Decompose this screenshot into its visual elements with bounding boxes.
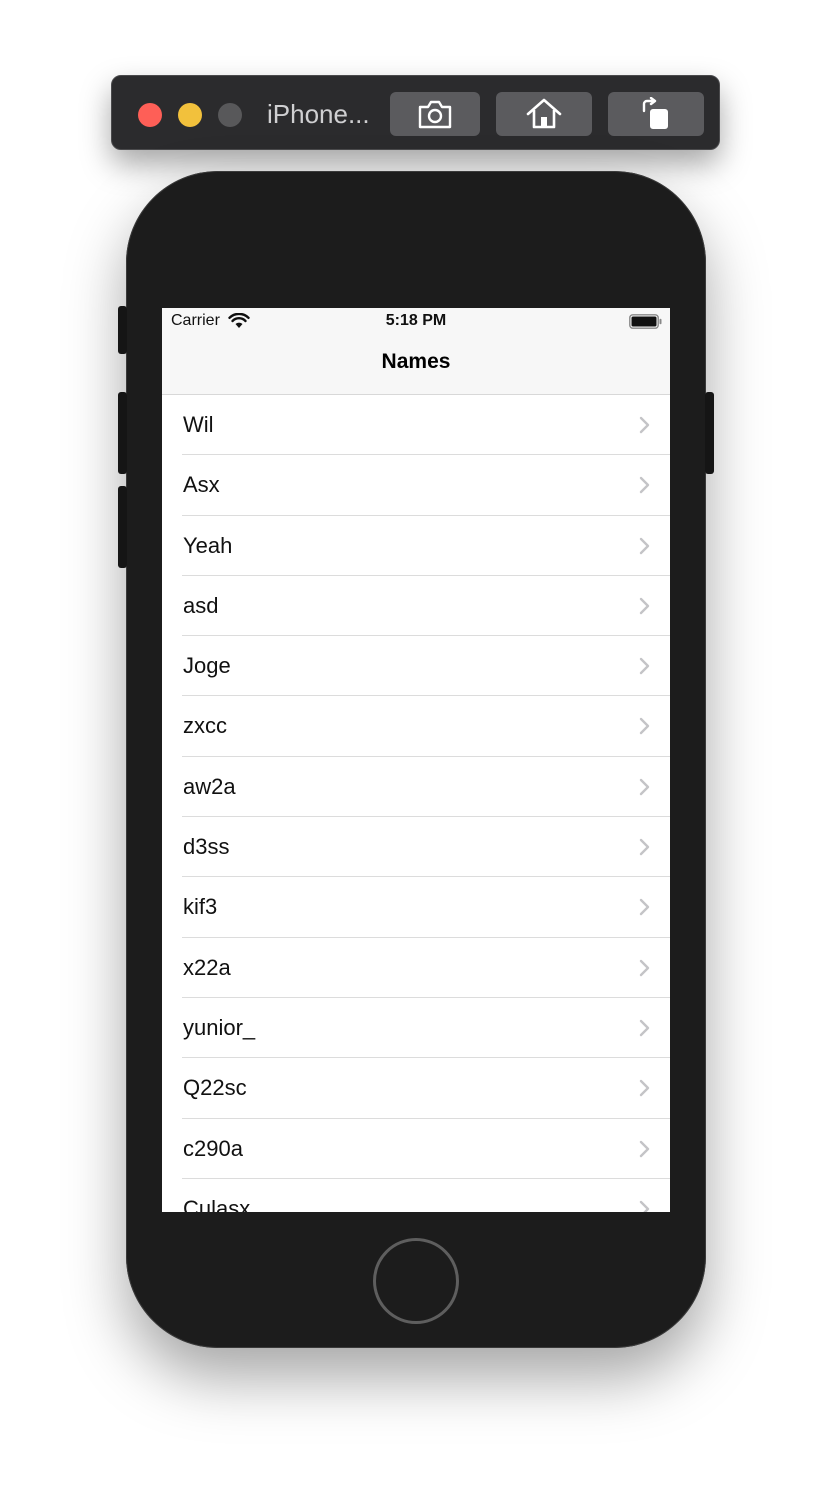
chevron-right-icon — [639, 899, 650, 916]
screenshot-button[interactable] — [390, 92, 480, 136]
row-label: Asx — [183, 472, 220, 498]
table-row[interactable]: c290a — [162, 1119, 670, 1179]
camera-icon — [418, 100, 452, 129]
chevron-right-icon — [639, 1019, 650, 1037]
zoom-window-button[interactable] — [218, 103, 242, 127]
row-label: Yeah — [183, 532, 233, 558]
row-label: x22a — [183, 954, 231, 980]
table-row[interactable]: Wil — [162, 395, 670, 456]
chevron-right-icon — [639, 838, 650, 856]
table-row[interactable]: yunior_ — [162, 998, 670, 1059]
table-row[interactable]: Culasx — [162, 1179, 670, 1212]
page-title: Names — [381, 350, 451, 373]
simulator-title: iPhone... — [267, 99, 370, 129]
device-home-button[interactable] — [373, 1238, 459, 1324]
power-button[interactable] — [705, 392, 714, 474]
status-bar: Carrier 5:18 PM — [162, 308, 670, 336]
rotate-icon — [642, 97, 668, 129]
chevron-right-icon — [639, 1140, 650, 1157]
home-icon — [526, 98, 562, 129]
chevron-right-icon — [639, 416, 650, 434]
row-label: c290a — [183, 1135, 243, 1161]
rotate-button[interactable] — [608, 92, 704, 136]
table-row[interactable]: Joge — [162, 636, 670, 697]
chevron-right-icon — [639, 1200, 650, 1212]
row-label: asd — [183, 592, 219, 618]
volume-up-button[interactable] — [118, 392, 127, 474]
table-row[interactable]: asd — [162, 576, 670, 637]
table-row[interactable]: Q22sc — [162, 1058, 670, 1119]
chevron-right-icon — [639, 537, 650, 554]
names-table: Wil Asx Yeah asd Joge zxcc aw2a d3ss kif… — [162, 395, 670, 1212]
table-row[interactable]: x22a — [162, 938, 670, 998]
row-label: zxcc — [183, 713, 227, 739]
simulator-stage: iPhone... Carrier 5:18 PM Names Wil Asx … — [0, 0, 832, 1498]
chevron-right-icon — [639, 657, 650, 675]
table-row[interactable]: Asx — [162, 455, 670, 516]
chevron-right-icon — [639, 1080, 650, 1097]
row-label: Culasx — [183, 1195, 251, 1212]
row-label: yunior_ — [183, 1014, 256, 1040]
row-label: kif3 — [183, 894, 218, 920]
simulator-toolbar: iPhone... — [111, 75, 720, 150]
mute-switch[interactable] — [118, 306, 127, 354]
status-time: 5:18 PM — [385, 312, 447, 329]
row-label: aw2a — [183, 773, 236, 799]
home-button[interactable] — [496, 92, 592, 136]
chevron-right-icon — [639, 477, 650, 494]
chevron-right-icon — [639, 597, 650, 615]
close-window-button[interactable] — [138, 103, 162, 127]
row-label: Joge — [183, 653, 231, 679]
chevron-right-icon — [639, 959, 650, 976]
row-label: Wil — [183, 412, 214, 437]
row-label: Q22sc — [183, 1075, 247, 1101]
table-row[interactable]: zxcc — [162, 696, 670, 757]
volume-down-button[interactable] — [118, 486, 127, 568]
table-row[interactable]: aw2a — [162, 757, 670, 818]
table-row[interactable]: Yeah — [162, 516, 670, 576]
minimize-window-button[interactable] — [178, 103, 202, 127]
row-label: d3ss — [183, 834, 230, 860]
device-screen: Carrier 5:18 PM Names Wil Asx Yeah asd J… — [162, 308, 670, 1212]
table-row[interactable]: d3ss — [162, 817, 670, 878]
chevron-right-icon — [639, 718, 650, 735]
navigation-bar: Carrier 5:18 PM Names — [162, 308, 670, 395]
chevron-right-icon — [639, 778, 650, 795]
battery-icon — [629, 314, 662, 329]
table-row[interactable]: kif3 — [162, 877, 670, 938]
